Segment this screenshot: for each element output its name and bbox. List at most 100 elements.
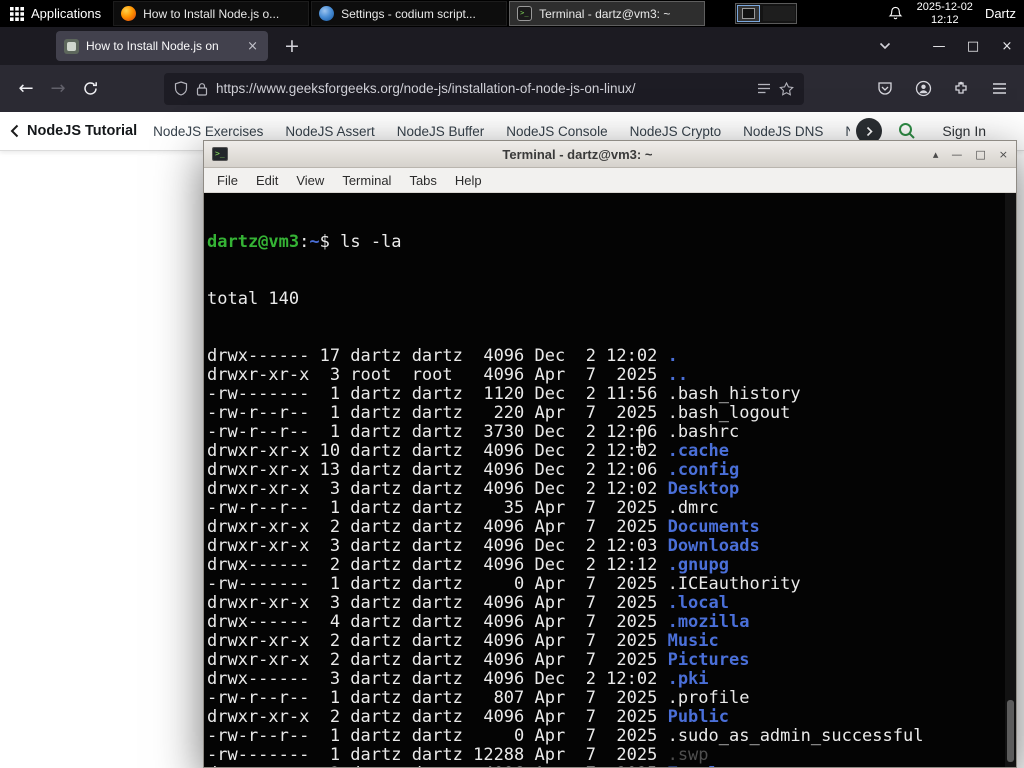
site-nav-item[interactable]: NodeJS Buffer — [397, 124, 485, 139]
terminal-line: drwxr-xr-x 2 dartz dartz 4096 Apr 7 2025… — [207, 517, 760, 537]
taskbar-item-title: How to Install Node.js o... — [143, 6, 280, 21]
reader-view-icon[interactable] — [757, 82, 771, 95]
browser-minimize-button[interactable]: — — [922, 27, 956, 65]
terminal-line: drwxr-xr-x 13 dartz dartz 4096 Dec 2 12:… — [207, 460, 740, 480]
terminal-icon — [517, 6, 533, 21]
terminal-line: -rw------- 1 dartz dartz 1120 Dec 2 11:5… — [207, 384, 801, 404]
notifications-bell-icon[interactable] — [888, 6, 903, 21]
terminal-line: -rw------- 1 dartz dartz 12288 Apr 7 202… — [207, 745, 709, 765]
taskbar-item[interactable]: How to Install Node.js o... — [113, 1, 310, 26]
browser-maximize-button[interactable]: □ — [956, 27, 990, 65]
url-bar[interactable]: https://www.geeksforgeeks.org/node-js/in… — [164, 72, 804, 105]
site-nav-item[interactable]: NodeJS Assert — [285, 124, 374, 139]
terminal-menu-file[interactable]: File — [208, 173, 247, 188]
back-button[interactable]: ← — [10, 73, 42, 105]
terminal-window-title: Terminal - dartz@vm3: ~ — [502, 146, 653, 162]
terminal-line: drwxr-xr-x 3 dartz dartz 4096 Apr 7 2025… — [207, 593, 729, 613]
terminal-line: -rw-r--r-- 1 dartz dartz 220 Apr 7 2025 … — [207, 403, 791, 423]
reload-button[interactable] — [74, 73, 106, 105]
sign-in-button[interactable]: Sign In — [942, 123, 986, 139]
tracking-protection-shield-icon[interactable] — [174, 81, 188, 96]
terminal-scrollbar-thumb[interactable] — [1007, 700, 1014, 762]
taskbar-item-title: Settings - codium script... — [341, 6, 476, 21]
firefox-icon — [121, 6, 137, 21]
terminal-menu-terminal[interactable]: Terminal — [333, 173, 400, 188]
terminal-titlebar[interactable]: Terminal - dartz@vm3: ~ ▴ — □ × — [204, 141, 1016, 168]
terminal-line: drwx------ 4 dartz dartz 4096 Apr 7 2025… — [207, 612, 750, 632]
terminal-line: drwxr-xr-x 2 dartz dartz 4096 Apr 7 2025… — [207, 631, 719, 651]
terminal-menu-edit[interactable]: Edit — [247, 173, 287, 188]
site-nav-item[interactable]: Node — [845, 124, 850, 139]
taskbar-item[interactable]: Terminal - dartz@vm3: ~ — [509, 1, 706, 26]
workspace-empty-area — [763, 6, 796, 21]
terminal-line: -rw------- 1 dartz dartz 0 Apr 7 2025 .I… — [207, 574, 801, 594]
terminal-line: drwx------ 2 dartz dartz 4096 Dec 2 12:1… — [207, 555, 729, 575]
terminal-menu-help[interactable]: Help — [446, 173, 491, 188]
site-search-icon[interactable] — [898, 122, 916, 140]
terminal-maximize-button[interactable]: □ — [975, 149, 985, 160]
site-nav-item[interactable]: NodeJS Exercises — [153, 124, 263, 139]
terminal-line: drwx------ 17 dartz dartz 4096 Dec 2 12:… — [207, 346, 678, 366]
reload-icon — [83, 82, 97, 95]
list-all-tabs-button[interactable] — [870, 27, 900, 65]
terminal-menu-tabs[interactable]: Tabs — [400, 173, 445, 188]
applications-label: Applications — [31, 6, 102, 21]
tab-title: How to Install Node.js on — [86, 39, 219, 53]
chevron-down-icon — [879, 42, 891, 50]
top-panel: Applications How to Install Node.js o...… — [0, 0, 1024, 27]
site-nav-brand[interactable]: NodeJS Tutorial — [27, 123, 137, 139]
applications-menu-button[interactable]: Applications — [0, 0, 111, 27]
terminal-scrollbar[interactable] — [1005, 193, 1016, 767]
terminal-line: drwxr-xr-x 3 root root 4096 Apr 7 2025 .… — [207, 365, 689, 385]
site-nav-list: NodeJS Exercises NodeJS Assert NodeJS Buff… — [153, 124, 850, 139]
taskbar-item[interactable]: Settings - codium script... — [311, 1, 508, 26]
new-tab-button[interactable]: + — [278, 32, 306, 60]
bookmark-star-icon[interactable] — [779, 81, 794, 96]
pocket-icon[interactable] — [870, 74, 900, 104]
terminal-line: drwxr-xr-x 10 dartz dartz 4096 Dec 2 12:… — [207, 441, 729, 461]
taskbar: How to Install Node.js o... Settings - co… — [111, 0, 706, 27]
browser-tab-bar: How to Install Node.js on × + — □ × — [0, 27, 1024, 65]
terminal-menu-view[interactable]: View — [287, 173, 333, 188]
prompt-colon: : — [299, 232, 310, 252]
site-nav-back-chevron-icon[interactable] — [10, 124, 19, 138]
panel-clock[interactable]: 2025-12-02 12:12 — [917, 1, 973, 26]
terminal-window-controls: ▴ — □ × — [933, 149, 1008, 160]
terminal-menubar: File Edit View Terminal Tabs Help — [204, 168, 1016, 193]
workspace-switcher[interactable] — [735, 3, 798, 24]
site-nav-item[interactable]: NodeJS Crypto — [630, 124, 722, 139]
prompt-path: ~ — [309, 232, 320, 252]
terminal-line: -rw-r--r-- 1 dartz dartz 35 Apr 7 2025 .… — [207, 498, 719, 518]
tab-close-icon[interactable]: × — [245, 39, 260, 54]
menu-hamburger-icon[interactable] — [984, 74, 1014, 104]
desktop: Applications How to Install Node.js o...… — [0, 0, 1024, 768]
terminal-close-button[interactable]: × — [999, 149, 1008, 160]
site-nav-item[interactable]: NodeJS Console — [506, 124, 607, 139]
account-icon[interactable] — [908, 74, 938, 104]
browser-navigation-toolbar: ← → https://www.geeksforgeeks.org/node-j… — [0, 65, 1024, 112]
clock-time: 12:12 — [931, 13, 959, 26]
terminal-window: Terminal - dartz@vm3: ~ ▴ — □ × FileEdit… — [203, 140, 1017, 768]
lock-icon[interactable] — [196, 82, 208, 96]
toolbar-icons — [870, 74, 1014, 104]
extensions-puzzle-icon[interactable] — [946, 74, 976, 104]
terminal-app-icon — [212, 147, 228, 161]
terminal-line: drwxr-xr-x 2 dartz dartz 4096 Apr 7 2025… — [207, 765, 1016, 768]
terminal-output[interactable]: dartz@vm3:~$ ls -la total 140 drwx------… — [204, 193, 1016, 767]
terminal-shade-button[interactable]: ▴ — [933, 149, 939, 160]
panel-user-label[interactable]: Dartz — [985, 6, 1016, 21]
site-nav-item[interactable]: NodeJS DNS — [743, 124, 823, 139]
terminal-line: drwxr-xr-x 3 dartz dartz 4096 Dec 2 12:0… — [207, 536, 760, 556]
terminal-line: -rw-r--r-- 1 dartz dartz 807 Apr 7 2025 … — [207, 688, 750, 708]
browser-close-button[interactable]: × — [990, 27, 1024, 65]
system-tray: 2025-12-02 12:12 Dartz — [888, 1, 1024, 26]
taskbar-item-title: Terminal - dartz@vm3: ~ — [539, 6, 671, 21]
terminal-minimize-button[interactable]: — — [951, 149, 962, 160]
terminal-line: drwx------ 3 dartz dartz 4096 Dec 2 12:0… — [207, 669, 709, 689]
terminal-listing: drwx------ 17 dartz dartz 4096 Dec 2 12:… — [207, 346, 1016, 768]
terminal-line: drwxr-xr-x 2 dartz dartz 4096 Apr 7 2025… — [207, 707, 729, 727]
chevron-right-icon — [866, 126, 873, 136]
browser-tab[interactable]: How to Install Node.js on × — [56, 31, 268, 61]
forward-button[interactable]: → — [42, 73, 74, 105]
terminal-prompt-line: dartz@vm3:~$ ls -la — [207, 233, 1016, 252]
